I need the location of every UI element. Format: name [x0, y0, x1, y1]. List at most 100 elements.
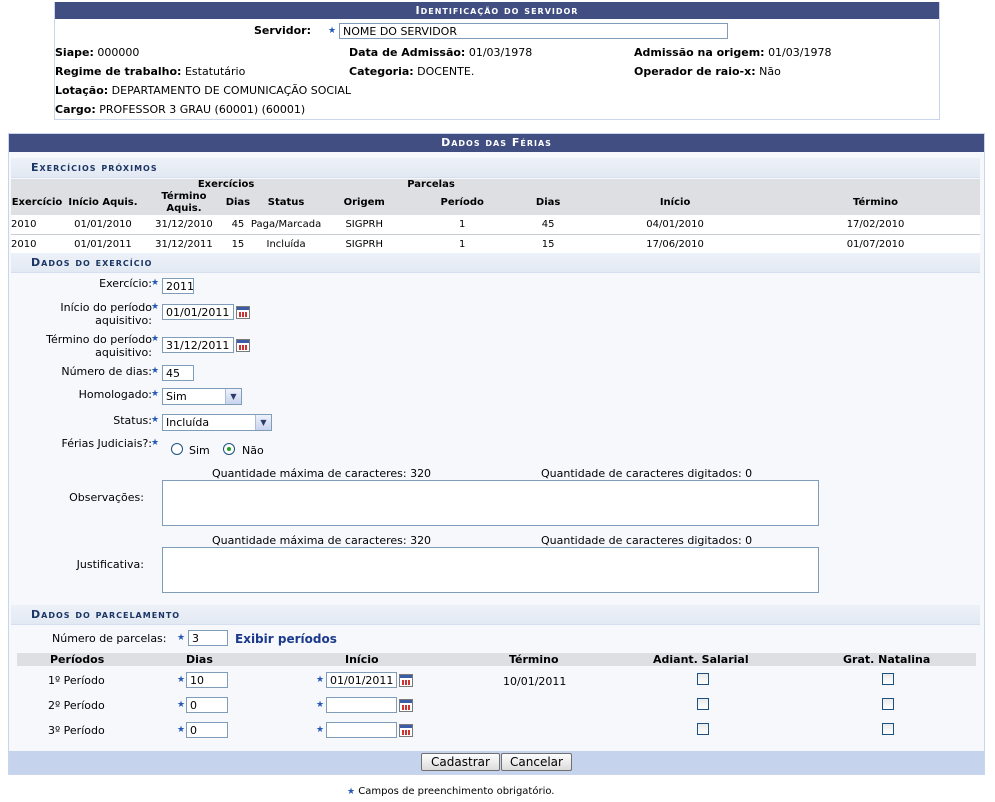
- servidor-input[interactable]: NOME DO SERVIDOR: [339, 23, 728, 39]
- periodo-1-termino: 10/01/2011: [503, 675, 567, 688]
- exibir-periodos-link[interactable]: Exibir períodos: [235, 632, 337, 646]
- periodo-1-grat-checkbox[interactable]: [882, 673, 894, 685]
- categoria-label: Categoria:: [349, 65, 414, 78]
- exercicios-group-header: Exercícios: [11, 179, 408, 191]
- col-status: Status: [250, 191, 322, 215]
- required-star-icon: ★: [316, 675, 325, 685]
- cell: 01/01/2011: [62, 234, 143, 255]
- chevron-down-icon: ▼: [225, 389, 241, 404]
- col-inicio: Início: [345, 653, 379, 666]
- cell: Incluída: [250, 234, 322, 255]
- calendar-icon[interactable]: [399, 699, 413, 712]
- regime-field: Regime de trabalho: Estatutário: [55, 65, 245, 78]
- required-star-icon: ★: [151, 389, 160, 399]
- periodo-2-adiant-checkbox[interactable]: [697, 698, 709, 710]
- regime-label: Regime de trabalho:: [55, 65, 182, 78]
- periodo-2-inicio-input[interactable]: [326, 697, 397, 713]
- required-note: ★ Campos de preenchimento obrigatório.: [347, 786, 554, 797]
- periodo-3-dias-input[interactable]: 0: [186, 722, 228, 738]
- cell: 15: [517, 234, 580, 255]
- periodo-2-label: 2º Período: [48, 699, 105, 712]
- cell: 17/06/2010: [579, 234, 772, 255]
- col-termino: Término: [509, 653, 559, 666]
- cell: Paga/Marcada: [250, 215, 322, 235]
- cell: SIGPRH: [321, 234, 408, 255]
- required-star-icon: ★: [347, 787, 356, 797]
- dados-ferias-title: Dados das Férias: [9, 134, 984, 152]
- periodos-table-header: [17, 653, 976, 666]
- judiciais-sim-label: Sim: [189, 444, 210, 457]
- categoria-value: DOCENTE.: [417, 65, 475, 78]
- required-star-icon: ★: [151, 302, 160, 312]
- servidor-label: Servidor:: [254, 24, 312, 37]
- periodo-1-dias-input[interactable]: 10: [186, 672, 228, 688]
- periodo-3-grat-checkbox[interactable]: [882, 723, 894, 735]
- col-exercicio: Exercício: [11, 191, 63, 215]
- inicio-periodo-label-line1: Início do período: [60, 301, 152, 314]
- observacoes-textarea[interactable]: [162, 480, 819, 526]
- col-adiant-salarial: Adiant. Salarial: [653, 653, 749, 666]
- judiciais-nao-radio[interactable]: [223, 443, 235, 455]
- dados-exercicio-title: Dados do exercício: [11, 253, 980, 273]
- num-parcelas-input[interactable]: 3: [188, 630, 228, 646]
- homologado-select[interactable]: Sim ▼: [162, 388, 242, 405]
- cell: 01/01/2010: [62, 215, 143, 235]
- status-select[interactable]: Incluída ▼: [162, 414, 272, 431]
- calendar-icon[interactable]: [236, 306, 250, 319]
- calendar-icon[interactable]: [399, 674, 413, 687]
- categoria-field: Categoria: DOCENTE.: [349, 65, 474, 78]
- chevron-down-icon: ▼: [255, 415, 271, 430]
- judiciais-sim-radio[interactable]: [171, 443, 183, 455]
- required-note-text: Campos de preenchimento obrigatório.: [358, 786, 555, 797]
- col-termino-aquis: Término Aquis.: [142, 191, 225, 215]
- required-star-icon: ★: [316, 700, 325, 710]
- exercicio-input[interactable]: 2011: [162, 278, 194, 294]
- cell: 04/01/2010: [579, 215, 772, 235]
- regime-value: Estatutário: [184, 65, 246, 78]
- obs-max-chars: Quantidade máxima de caracteres: 320: [212, 467, 432, 480]
- dados-ferias-panel: Dados das Férias Exercícios próximos Exe…: [8, 133, 985, 775]
- obs-typed-chars: Quantidade de caracteres digitados: 0: [541, 467, 753, 480]
- col-parcela-inicio: Início: [579, 191, 772, 215]
- termino-periodo-label: Término do período aquisitivo:: [46, 333, 152, 359]
- raiox-value: Não: [759, 65, 781, 78]
- table-row: 2010 01/01/2011 31/12/2011 15 Incluída S…: [11, 234, 980, 255]
- adm-origem-value: 01/03/1978: [768, 46, 832, 59]
- inicio-periodo-input[interactable]: 01/01/2011: [162, 304, 234, 320]
- cadastrar-button[interactable]: Cadastrar: [421, 753, 500, 771]
- raiox-field: Operador de raio-x: Não: [634, 65, 781, 78]
- admissao-field: Data de Admissão: 01/03/1978: [349, 46, 532, 59]
- identificacao-panel: Identificação do servidor Servidor: ★ NO…: [54, 2, 940, 120]
- col-periodos: Períodos: [50, 653, 105, 666]
- termino-periodo-label-line1: Término do período: [46, 333, 152, 346]
- exercicios-proximos-title: Exercícios próximos: [11, 158, 980, 178]
- periodo-3-label: 3º Período: [48, 724, 105, 737]
- periodo-2-dias-input[interactable]: 0: [186, 697, 228, 713]
- termino-periodo-label-line2: aquisitivo:: [95, 346, 152, 359]
- termino-periodo-input[interactable]: 31/12/2011: [162, 337, 234, 353]
- periodo-3-inicio-input[interactable]: [326, 722, 397, 738]
- periodo-1-adiant-checkbox[interactable]: [697, 673, 709, 685]
- siape-field: Siape: 000000: [55, 46, 139, 59]
- justificativa-label: Justificativa:: [76, 558, 144, 571]
- cancelar-button[interactable]: Cancelar: [501, 753, 572, 771]
- calendar-icon[interactable]: [399, 724, 413, 737]
- inicio-periodo-label-line2: aquisitivo:: [95, 314, 152, 327]
- adm-origem-field: Admissão na origem: 01/03/1978: [634, 46, 831, 59]
- periodo-3-adiant-checkbox[interactable]: [697, 723, 709, 735]
- periodo-1-inicio-input[interactable]: 01/01/2011: [326, 672, 397, 688]
- cell: 17/02/2010: [771, 215, 980, 235]
- col-dias: Dias: [186, 653, 213, 666]
- cell: 45: [517, 215, 580, 235]
- periodo-2-grat-checkbox[interactable]: [882, 698, 894, 710]
- homologado-label: Homologado:: [78, 388, 152, 401]
- num-dias-input[interactable]: 45: [162, 365, 194, 381]
- required-star-icon: ★: [151, 415, 160, 425]
- form-actions-bar: Cadastrar Cancelar: [9, 751, 984, 774]
- judiciais-nao-label: Não: [242, 444, 264, 457]
- admissao-value: 01/03/1978: [468, 46, 533, 59]
- required-star-icon: ★: [177, 633, 186, 643]
- homologado-selected: Sim: [166, 390, 187, 403]
- calendar-icon[interactable]: [236, 339, 250, 352]
- justificativa-textarea[interactable]: [162, 547, 819, 593]
